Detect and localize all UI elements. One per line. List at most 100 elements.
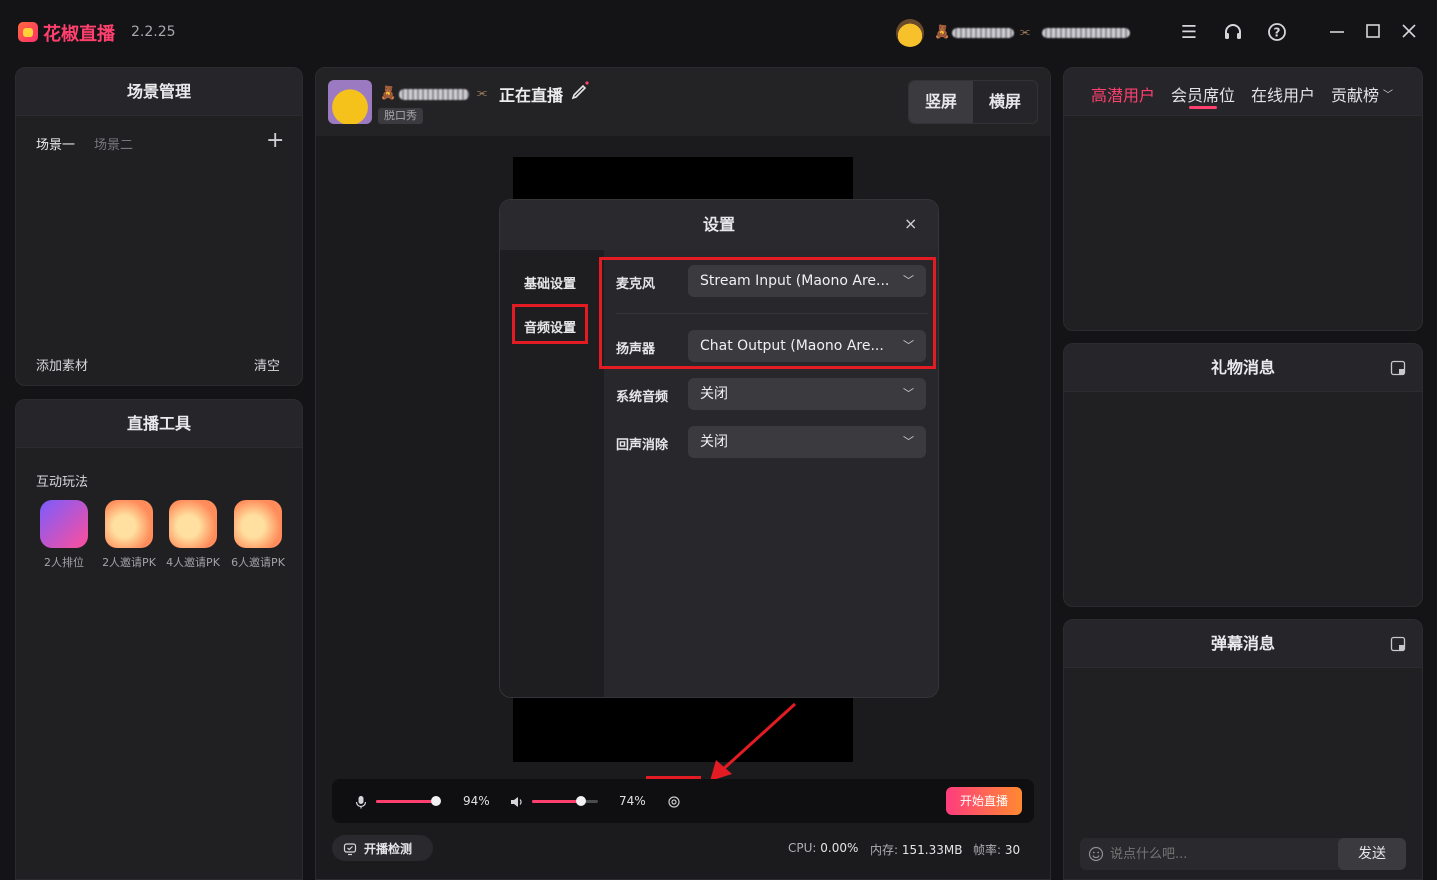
tab-member-seats[interactable]: 会员席位 [1171,82,1235,106]
popout-icon[interactable] [1390,636,1406,656]
memory-stat: 内存: 151.33MB [870,841,962,858]
tool-label: 4人邀请PK [166,556,220,569]
minimize-icon[interactable] [1326,22,1348,44]
mic-volume-value: 94% [463,794,490,808]
chevron-down-icon[interactable]: ﹀ [1383,86,1393,101]
tool-4p-pk[interactable]: 4人邀请PK [166,500,220,570]
mic-volume-slider[interactable] [376,796,441,806]
clear-button[interactable]: 清空 [254,355,280,374]
fps-label: 帧率: [973,843,1002,857]
ranking-icon [40,500,88,548]
audience-panel [1063,67,1423,331]
live-tools-panel: 直播工具 互动玩法 2人排位 2人邀请PK 4人邀请PK 6人邀请PK [15,399,303,880]
broadcast-check-label: 开播检测 [364,842,413,856]
user-avatar[interactable] [896,19,924,47]
echo-cancel-value: 关闭 [700,434,728,450]
nav-basic-settings[interactable]: 基础设置 [524,273,576,292]
memory-value: 151.33MB [901,843,963,857]
popout-icon[interactable] [1390,360,1406,380]
annotation-arrow [710,702,797,781]
chevron-down-icon: ﹀ [903,387,914,400]
highlight-audio-nav [512,304,588,344]
speaker-volume-value: 74% [619,794,646,808]
speaker-slider-fill [532,800,581,803]
streamer-avatar[interactable] [328,80,372,124]
tool-6p-pk[interactable]: 6人邀请PK [231,500,285,570]
bear-badge-icon: 🧸 [934,25,951,40]
tool-label: 2人邀请PK [102,556,156,569]
settings-title: 设置 [500,200,938,250]
fps-stat: 帧率: 30 [973,841,1020,858]
gift-panel: 礼物消息 [1063,343,1423,607]
pk-icon [169,500,217,548]
scene-panel-title: 场景管理 [16,68,302,116]
add-material-button[interactable]: 添加素材 [36,355,88,374]
edit-icon[interactable] [570,80,590,104]
speaker-slider-knob[interactable] [576,796,586,806]
add-scene-icon[interactable]: + [266,130,284,152]
scene-tab-2[interactable]: 场景二 [94,134,133,153]
speaker-icon[interactable] [510,794,524,813]
pk-icon [105,500,153,548]
scene-panel: 场景管理 场景一 场景二 + 添加素材 清空 [15,67,303,386]
tab-potential-users[interactable]: 高潜用户 [1091,82,1155,106]
tool-2p-pk[interactable]: 2人邀请PK [102,500,156,570]
app-window: { "app": {"name": "花椒直播", "version": "2.… [0,0,1437,880]
level-icon: ⫘ [1020,25,1030,38]
tool-label: 6人邀请PK [231,556,285,569]
scene-tab-1[interactable]: 场景一 [36,134,75,153]
broadcast-check-button[interactable]: 开播检测 [332,835,433,861]
pk-icon [234,500,282,548]
fps-value: 30 [1004,843,1021,857]
help-icon[interactable]: ? [1266,22,1288,44]
cpu-value: 0.00% [820,841,859,855]
mic-slider-fill [376,800,436,803]
close-icon[interactable] [1398,22,1420,44]
highlight-device-rows [599,257,936,369]
memory-label: 内存: [870,843,899,857]
speaker-volume-slider[interactable] [532,796,598,806]
gift-panel-title: 礼物消息 [1064,344,1422,392]
portrait-button[interactable]: 竖屏 [909,81,973,123]
chevron-down-icon: ﹀ [903,435,914,448]
headset-icon[interactable] [1222,22,1244,44]
microphone-icon[interactable] [355,794,367,813]
user-name: ******** [952,28,1014,38]
orientation-toggle: 竖屏 横屏 [908,80,1038,124]
stream-status: 正在直播 [499,86,564,105]
tool-label: 2人排位 [44,556,84,569]
system-audio-select[interactable]: 关闭 ﹀ [688,378,926,410]
echo-cancel-select[interactable]: 关闭 ﹀ [688,426,926,458]
system-audio-label: 系统音频 [616,390,669,405]
send-button[interactable]: 发送 [1338,838,1406,870]
system-audio-value: 关闭 [700,386,728,402]
chat-input[interactable] [1110,842,1330,866]
cpu-stat: CPU: 0.00% [788,841,858,855]
interactive-section-label: 互动玩法 [36,475,89,490]
cpu-label: CPU: [788,841,817,855]
menu-icon[interactable]: ☰ [1178,22,1200,44]
app-version: 2.2.25 [131,24,176,40]
streamer-name [399,89,469,100]
svg-text:?: ? [1274,26,1281,40]
maximize-icon[interactable] [1362,22,1384,44]
dialog-close-icon[interactable]: × [904,214,917,234]
mic-slider-knob[interactable] [431,796,441,806]
level-icon: ⫘ [477,86,487,99]
category-tag: 脱口秀 [378,108,423,124]
emoji-icon[interactable] [1088,846,1104,866]
user-id: (********) [1042,28,1130,38]
live-tools-title: 直播工具 [16,400,302,448]
landscape-button[interactable]: 横屏 [973,81,1037,123]
start-live-button[interactable]: 开始直播 [946,787,1022,815]
bear-badge-icon: 🧸 [380,86,397,101]
echo-cancel-label: 回声消除 [616,438,669,453]
audio-settings-icon[interactable] [667,794,681,813]
tool-2p-ranking[interactable]: 2人排位 [37,500,91,570]
tab-online-users[interactable]: 在线用户 [1251,82,1315,106]
tab-contribution-rank[interactable]: 贡献榜 [1331,82,1379,106]
check-icon [343,841,357,860]
active-tab-indicator [1189,106,1217,109]
app-logo-icon [18,22,38,42]
app-name: 花椒直播 [43,24,115,45]
